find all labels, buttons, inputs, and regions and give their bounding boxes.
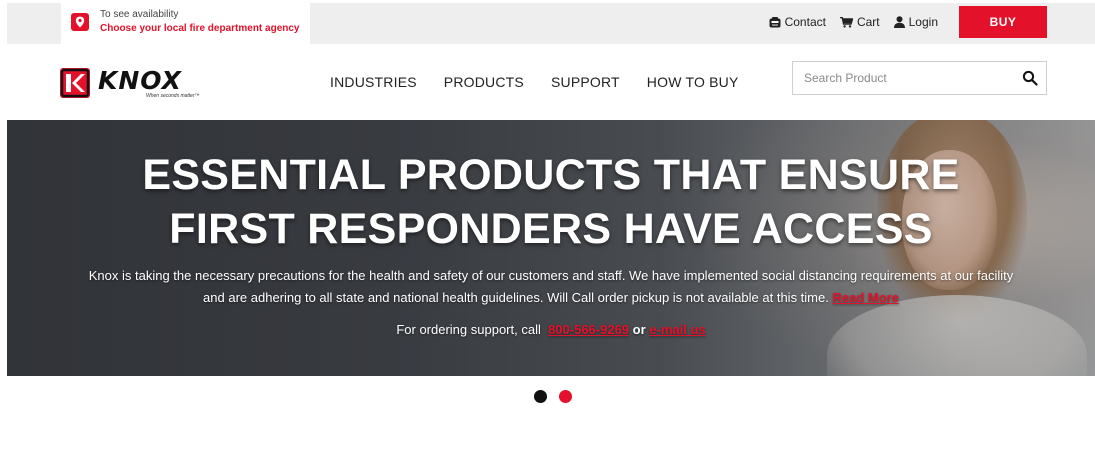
contact-icon [769, 16, 781, 28]
cart-label: Cart [856, 15, 880, 29]
main-nav: INDUSTRIES PRODUCTS SUPPORT HOW TO BUY [330, 74, 766, 90]
logo-wordmark: KNOX [98, 66, 182, 95]
utility-links: Contact Cart Login [769, 3, 938, 41]
hero-title-line1: ESSENTIAL PRODUCTS THAT ENSURE [142, 151, 960, 199]
support-or: or [632, 322, 646, 337]
search-box [792, 61, 1047, 95]
carousel-dot-2[interactable] [559, 390, 572, 403]
carousel-dots [534, 390, 572, 403]
knox-logo[interactable]: KNOX When seconds matter™ [60, 66, 220, 101]
email-link[interactable]: e-mail us [649, 322, 705, 337]
search-icon[interactable] [1022, 70, 1038, 86]
nav-products[interactable]: PRODUCTS [444, 74, 524, 90]
cart-link[interactable]: Cart [839, 15, 880, 29]
availability-label: To see availability [100, 9, 179, 20]
map-pin-icon [71, 13, 89, 31]
logo-tagline: When seconds matter™ [146, 93, 200, 99]
read-more-link[interactable]: Read More [832, 290, 898, 305]
agency-selector[interactable]: To see availability Choose your local fi… [61, 3, 310, 44]
hero-title-line2: FIRST RESPONDERS HAVE ACCESS [169, 205, 933, 253]
search-input[interactable] [793, 62, 1013, 94]
hero-title: ESSENTIAL PRODUCTS THAT ENSURE FIRST RES… [7, 148, 1095, 256]
phone-link[interactable]: 800-566-9269 [548, 322, 629, 337]
support-prefix: For ordering support, call [396, 322, 541, 337]
contact-link[interactable]: Contact [769, 15, 826, 29]
agency-text: To see availability Choose your local fi… [100, 8, 300, 36]
login-label: Login [908, 15, 938, 29]
nav-support[interactable]: SUPPORT [551, 74, 620, 90]
login-link[interactable]: Login [893, 15, 938, 29]
user-icon [893, 16, 905, 28]
carousel-dot-1[interactable] [534, 390, 547, 403]
ordering-support: For ordering support, call 800-566-9269 … [7, 322, 1095, 337]
nav-how-to-buy[interactable]: HOW TO BUY [647, 74, 739, 90]
utility-bar: To see availability Choose your local fi… [7, 3, 1095, 44]
hero-body: Knox is taking the necessary precautions… [77, 265, 1025, 309]
nav-industries[interactable]: INDUSTRIES [330, 74, 417, 90]
hero-banner: ESSENTIAL PRODUCTS THAT ENSURE FIRST RES… [7, 120, 1095, 376]
buy-button[interactable]: BUY [959, 6, 1047, 38]
choose-agency-link[interactable]: Choose your local fire department agency [100, 22, 300, 36]
contact-label: Contact [784, 15, 826, 29]
knox-logo-mark [60, 68, 90, 98]
cart-icon [839, 16, 853, 28]
